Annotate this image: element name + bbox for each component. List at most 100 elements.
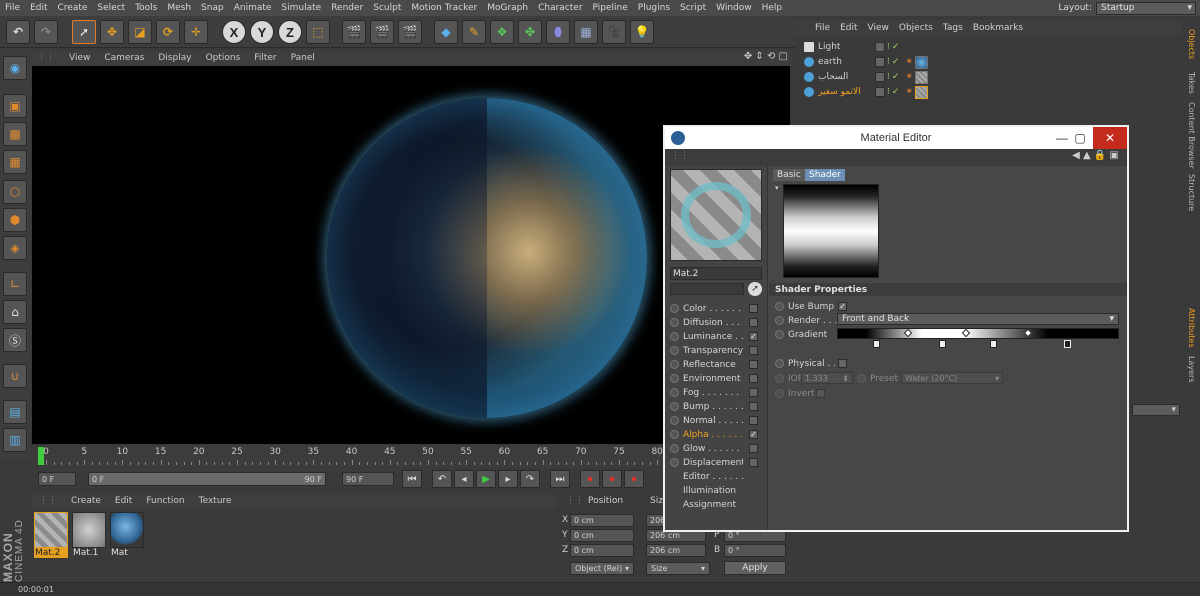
material-preview[interactable]: [670, 169, 762, 261]
texture-mode-button[interactable]: ▩: [3, 122, 27, 146]
param-radio[interactable]: [775, 330, 784, 339]
preset-dropdown[interactable]: Water (20°C) ▾: [901, 372, 1003, 384]
channel-luminance[interactable]: Luminance . . ✓: [670, 330, 762, 343]
visibility-dots-icon[interactable]: ⁝: [887, 42, 890, 52]
menu-mesh[interactable]: Mesh: [162, 3, 196, 13]
frame-range-slider[interactable]: 0 F 90 F: [88, 472, 326, 486]
close-button[interactable]: ✕: [1093, 127, 1127, 149]
visibility-dots-icon[interactable]: ⁝: [887, 87, 890, 97]
rotation-b-field[interactable]: 0 °: [724, 544, 786, 557]
camera-button[interactable]: 🎥: [602, 20, 626, 44]
model-mode-button[interactable]: ▣: [3, 94, 27, 118]
enabled-check-icon[interactable]: ✓: [892, 57, 900, 67]
visibility-dots-icon[interactable]: ⁝: [887, 57, 890, 67]
layer-box[interactable]: [875, 42, 885, 52]
om-menu-objects[interactable]: Objects: [894, 23, 938, 33]
om-menu-bookmarks[interactable]: Bookmarks: [968, 23, 1028, 33]
layer-box[interactable]: [875, 87, 885, 97]
menu-snap[interactable]: Snap: [196, 3, 229, 13]
layer-box[interactable]: [875, 57, 885, 67]
coordinate-mode-dropdown[interactable]: Object (Rel) ▾: [570, 562, 634, 575]
menu-character[interactable]: Character: [533, 3, 587, 13]
undo-button[interactable]: ↶: [6, 20, 30, 44]
gradient-knot[interactable]: [990, 340, 997, 348]
tab-basic[interactable]: Basic: [773, 169, 805, 181]
rotate-button[interactable]: ⟳: [156, 20, 180, 44]
material-editor-titlebar[interactable]: Material Editor — ▢ ✕: [665, 127, 1127, 149]
lock-workplane-button[interactable]: ▤: [3, 400, 27, 424]
go-to-start-button[interactable]: ⏮: [402, 470, 422, 488]
physical-checkbox[interactable]: [838, 359, 847, 368]
param-radio[interactable]: [775, 316, 784, 325]
material-name-field[interactable]: Mat.2: [670, 267, 762, 280]
render-picture-viewer-button[interactable]: 🎬: [370, 20, 394, 44]
channel-checkbox[interactable]: [749, 388, 758, 397]
menu-help[interactable]: Help: [757, 3, 788, 13]
earth-texture-tag[interactable]: [914, 55, 928, 69]
redo-button[interactable]: ↷: [34, 20, 58, 44]
snap-button[interactable]: Ⓢ: [3, 328, 27, 352]
param-radio[interactable]: [775, 389, 784, 398]
gradient-knot[interactable]: [873, 340, 880, 348]
cloud-texture-tag[interactable]: [914, 70, 928, 84]
gradient-bar[interactable]: [837, 328, 1119, 339]
live-selection-button[interactable]: ➚: [72, 20, 96, 44]
material-thumb-mat1[interactable]: Mat.1: [72, 512, 106, 560]
keyframe-selection-button[interactable]: ⏺: [624, 470, 644, 488]
use-bump-checkbox[interactable]: ✓: [838, 302, 847, 311]
tab-shader[interactable]: Shader: [805, 169, 845, 181]
menu-sculpt[interactable]: Sculpt: [368, 3, 406, 13]
channel-checkbox[interactable]: [749, 458, 758, 467]
material-thumb-mat2[interactable]: Mat.2: [34, 512, 68, 560]
menu-select[interactable]: Select: [92, 3, 130, 13]
gradient-knot[interactable]: [1064, 340, 1071, 348]
maximize-button[interactable]: ▢: [1067, 127, 1093, 149]
channel-checkbox[interactable]: [749, 374, 758, 383]
apply-button[interactable]: Apply: [724, 561, 786, 575]
menu-file[interactable]: File: [0, 3, 25, 13]
channel-checkbox[interactable]: [749, 346, 758, 355]
menu-create[interactable]: Create: [53, 3, 93, 13]
param-radio[interactable]: [857, 374, 866, 383]
menu-script[interactable]: Script: [675, 3, 711, 13]
mm-menu-function[interactable]: Function: [139, 496, 191, 506]
channel-radio[interactable]: [670, 318, 679, 327]
timeline-ruler[interactable]: 0 5 10 15 20 25 30 35 40 45 50 55 60 65 70 75 80: [38, 445, 663, 467]
go-to-end-button[interactable]: ⏭: [550, 470, 570, 488]
viewport-menu-view[interactable]: View: [62, 53, 97, 63]
viewport-menu-cameras[interactable]: Cameras: [97, 53, 151, 63]
autokey-button[interactable]: ⏺: [602, 470, 622, 488]
channel-radio[interactable]: [670, 388, 679, 397]
channel-normal[interactable]: Normal . . . . .: [670, 414, 762, 427]
deformer-button[interactable]: ⬮: [546, 20, 570, 44]
planar-workplane-button[interactable]: ▥: [3, 428, 27, 452]
cube-button[interactable]: ◆: [434, 20, 458, 44]
channel-color[interactable]: Color . . . . . .: [670, 302, 762, 315]
viewport-menu-options[interactable]: Options: [199, 53, 248, 63]
menu-window[interactable]: Window: [711, 3, 757, 13]
pen-button[interactable]: ✎: [462, 20, 486, 44]
current-frame-field[interactable]: 0 F: [38, 472, 76, 486]
layer-box[interactable]: [875, 72, 885, 82]
menu-tools[interactable]: Tools: [130, 3, 162, 13]
tab-attributes[interactable]: Attributes: [1185, 306, 1198, 350]
axis-mode-button[interactable]: ∟: [3, 272, 27, 296]
menu-motion-tracker[interactable]: Motion Tracker: [406, 3, 482, 13]
channel-checkbox[interactable]: ✓: [749, 332, 758, 341]
channel-illumination[interactable]: Illumination: [670, 484, 762, 497]
edges-mode-button[interactable]: ⬢: [3, 208, 27, 232]
atmosphere-texture-tag[interactable]: [914, 85, 928, 99]
om-menu-tags[interactable]: Tags: [938, 23, 968, 33]
channel-radio[interactable]: [670, 444, 679, 453]
menu-plugins[interactable]: Plugins: [633, 3, 675, 13]
scale-button[interactable]: ◪: [128, 20, 152, 44]
channel-checkbox[interactable]: [749, 318, 758, 327]
channel-glow[interactable]: Glow . . . . . .: [670, 442, 762, 455]
channel-reflectance[interactable]: Reflectance: [670, 358, 762, 371]
phong-tag-icon[interactable]: ✶: [905, 57, 913, 67]
param-radio[interactable]: [775, 302, 784, 311]
viewport-menu-panel[interactable]: Panel: [284, 53, 322, 63]
tab-content-browser[interactable]: Content Browser: [1185, 100, 1198, 170]
polygons-mode-button[interactable]: ◈: [3, 236, 27, 260]
size-mode-dropdown[interactable]: Size ▾: [646, 562, 710, 575]
